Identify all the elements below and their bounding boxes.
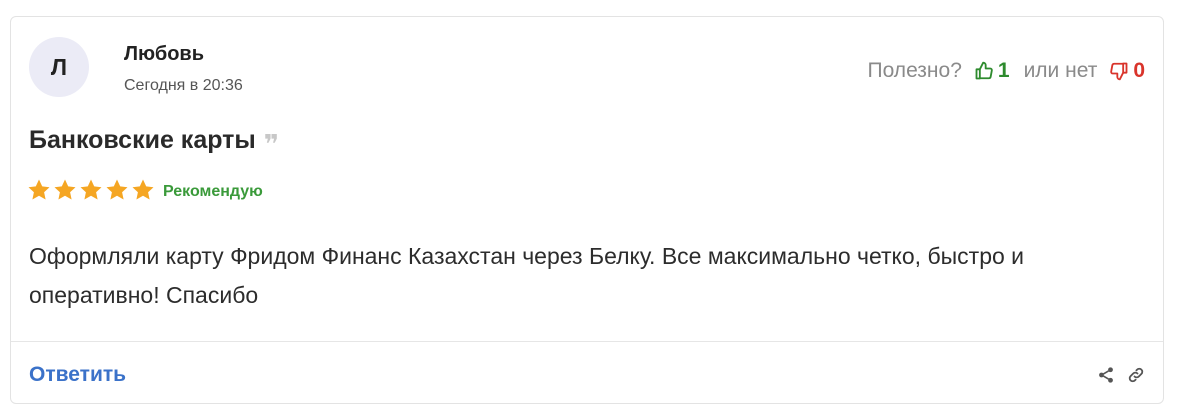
divider [11,341,1163,342]
thumb-down-icon [1110,62,1128,81]
rating: Рекомендую [27,178,263,202]
link-icon [1128,367,1144,383]
quote-icon: ❞ [263,129,280,159]
review-date: Сегодня в 20:36 [124,77,243,94]
star-icon [54,179,76,200]
review-card: Л Любовь Сегодня в 20:36 Полезно? 1 или … [10,16,1164,404]
like-count: 1 [997,59,1010,82]
star-icon [106,179,128,200]
review-title-row: Банковские карты ❞ [29,123,280,159]
avatar-letter: Л [50,53,68,80]
review-title[interactable]: Банковские карты [29,126,256,155]
review-text: Оформляли карту Фридом Финанс Казахстан … [29,243,1025,308]
star-icon [80,179,102,200]
or-label: или нет [1023,59,1098,82]
like-button[interactable]: 1 [974,59,1010,83]
link-button[interactable] [1127,366,1145,384]
recommend-label: Рекомендую [163,183,263,200]
dislike-button[interactable]: 0 [1109,59,1145,83]
dislike-count: 0 [1133,59,1145,82]
star-icon [132,179,154,200]
reply-button[interactable]: Ответить [29,363,126,387]
share-icon [1099,367,1113,383]
thumb-up-icon [975,61,993,80]
avatar: Л [29,37,89,97]
star-icon [28,179,50,200]
author-name[interactable]: Любовь [124,43,204,66]
usefulness-vote: Полезно? 1 или нет 0 [868,59,1146,83]
useful-label: Полезно? [867,59,962,82]
share-button[interactable] [1097,366,1115,384]
review-actions [1085,366,1145,384]
